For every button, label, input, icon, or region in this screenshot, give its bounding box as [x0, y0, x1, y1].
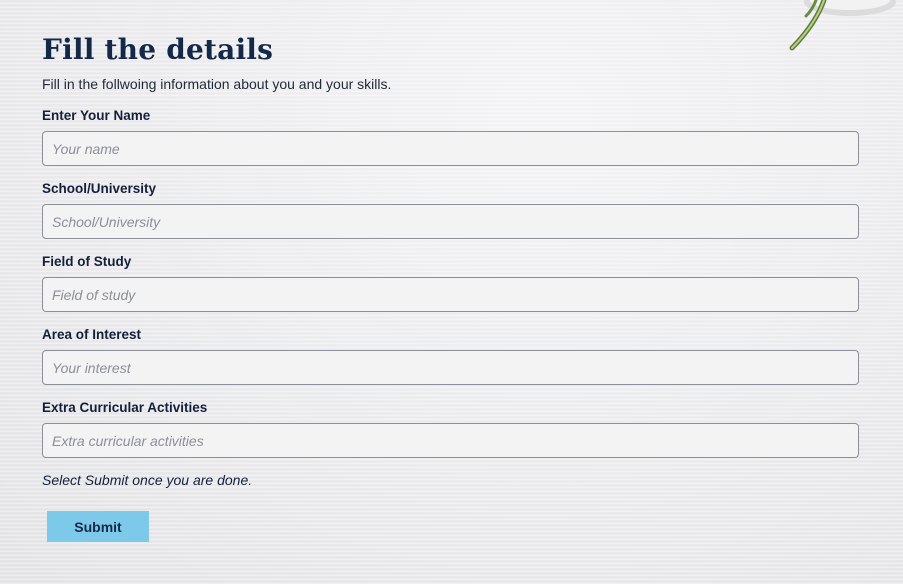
extracurricular-label: Extra Curricular Activities — [42, 400, 208, 415]
field-of-study-input[interactable] — [42, 277, 859, 312]
interest-input[interactable] — [42, 350, 859, 385]
submit-instruction: Select Submit once you are done. — [42, 472, 253, 488]
extracurricular-input[interactable] — [42, 423, 859, 458]
details-form: Fill the details Fill in the follwoing i… — [42, 30, 859, 542]
name-label: Enter Your Name — [42, 108, 151, 123]
interest-label: Area of Interest — [42, 327, 142, 342]
form-subtitle: Fill in the follwoing information about … — [42, 76, 392, 92]
submit-button[interactable]: Submit — [47, 511, 149, 542]
name-input[interactable] — [42, 131, 859, 166]
page-title: Fill the details — [42, 33, 274, 66]
school-input[interactable] — [42, 204, 859, 239]
field-of-study-label: Field of Study — [42, 254, 132, 269]
school-label: School/University — [42, 181, 157, 196]
